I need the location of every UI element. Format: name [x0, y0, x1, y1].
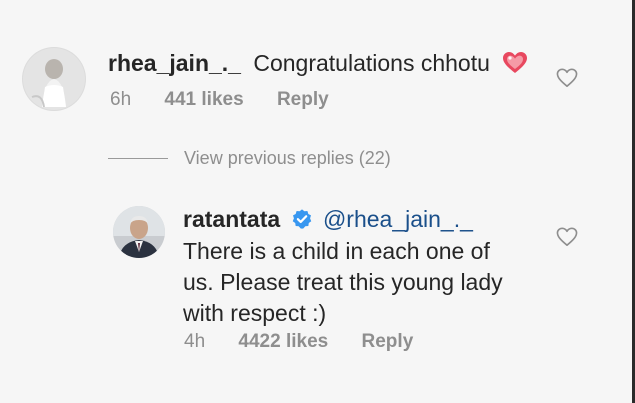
comment-text-ratantata: There is a child in each one of us. Plea…	[183, 236, 543, 329]
like-heart-icon-rhea[interactable]	[556, 68, 578, 93]
reply-button-rhea[interactable]: Reply	[277, 89, 329, 110]
likes-count-rhea[interactable]: 441 likes	[164, 89, 243, 110]
avatar-rhea[interactable]	[22, 47, 86, 111]
comment-text-rhea: Congratulations chhotu	[253, 50, 490, 76]
comment-meta-rhea: 6h 441 likes Reply	[110, 89, 357, 111]
sparkling-heart-icon	[502, 51, 528, 81]
reply-button-ratantata[interactable]: Reply	[362, 331, 414, 352]
verified-badge-icon	[291, 208, 313, 236]
username-rhea[interactable]: rhea_jain_._	[108, 50, 241, 76]
comment-text-line: us. Please treat this young lady	[183, 269, 503, 295]
view-previous-replies[interactable]: View previous replies (22)	[108, 146, 391, 170]
like-heart-icon-ratantata[interactable]	[556, 227, 578, 252]
username-ratantata[interactable]: ratantata	[183, 206, 280, 232]
comment-meta-ratantata: 4h 4422 likes Reply	[184, 331, 441, 353]
comment-text-line: There is a child in each one of	[183, 238, 490, 264]
mention-link[interactable]: @rhea_jain_._	[323, 206, 473, 232]
timestamp-rhea: 6h	[110, 89, 132, 110]
timestamp-ratantata: 4h	[184, 331, 206, 352]
avatar-ratantata[interactable]	[113, 206, 165, 258]
likes-count-ratantata[interactable]: 4422 likes	[238, 331, 328, 352]
comment-text-line: with respect :)	[183, 300, 327, 326]
replies-divider	[108, 157, 168, 159]
view-previous-replies-label[interactable]: View previous replies (22)	[184, 148, 391, 169]
